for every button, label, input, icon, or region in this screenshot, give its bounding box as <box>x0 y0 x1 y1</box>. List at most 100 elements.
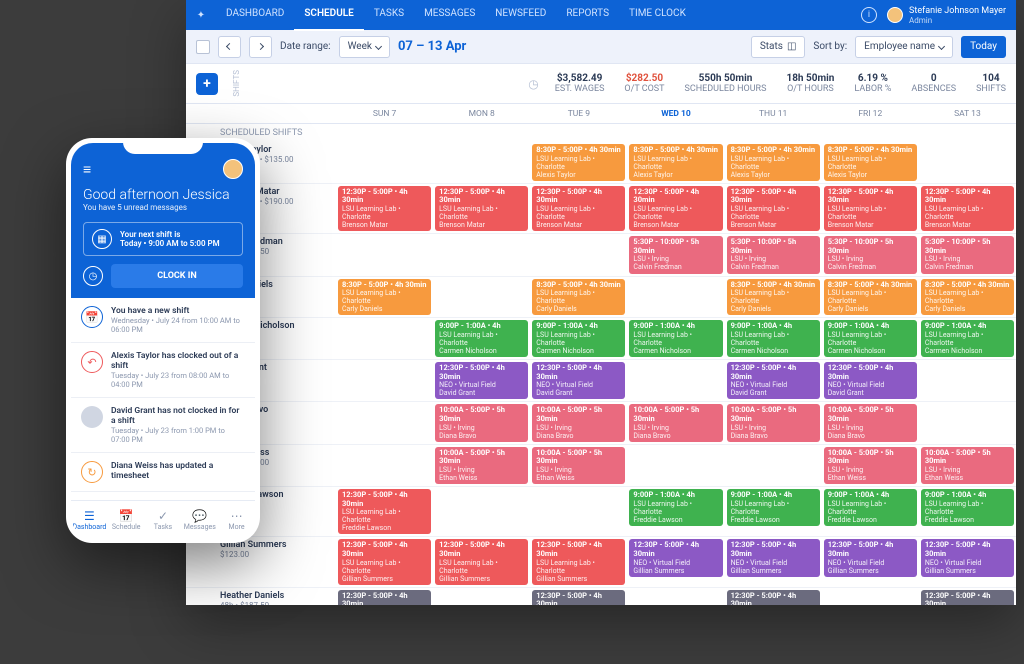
shift-block[interactable]: 12:30P - 5:00P • 4h 30minNEO • Virtual F… <box>629 539 722 576</box>
schedule-cell[interactable]: 10:00A - 5:00P • 5h 30minLSU • IrvingDia… <box>822 402 919 443</box>
shift-block[interactable]: 9:00P - 1:00A • 4hLSU Learning Lab • Cha… <box>629 320 722 357</box>
shift-block[interactable]: 10:00A - 5:00P • 5h 30minLSU • IrvingEth… <box>921 447 1014 484</box>
feed-item[interactable]: ↻Diana Weiss has updated a timesheet <box>71 453 255 492</box>
tab-messages[interactable]: Messages <box>414 0 485 31</box>
schedule-cell[interactable]: 9:00P - 1:00A • 4hLSU Learning Lab • Cha… <box>822 487 919 536</box>
info-icon[interactable]: i <box>861 7 877 23</box>
schedule-cell[interactable]: 9:00P - 1:00A • 4hLSU Learning Lab • Cha… <box>627 318 724 359</box>
shift-block[interactable]: 9:00P - 1:00A • 4hLSU Learning Lab • Cha… <box>435 320 528 357</box>
feed-item[interactable]: David Grant has not clocked in for a shi… <box>71 398 255 453</box>
next-week-button[interactable] <box>249 36 272 58</box>
schedule-cell[interactable]: 5:30P - 10:00P • 5h 30minLSU • IrvingCal… <box>627 234 724 275</box>
mobile-tab-more[interactable]: ⋯More <box>218 502 255 538</box>
shift-block[interactable]: 12:30P - 5:00P • 4h 30minLSU Learning La… <box>338 489 431 534</box>
schedule-cell[interactable]: 8:30P - 5:00P • 4h 30minLSU Learning Lab… <box>725 142 822 183</box>
shift-block[interactable]: 10:00A - 5:00P • 5h 30minLSU • IrvingEth… <box>824 447 917 484</box>
schedule-cell[interactable]: 10:00A - 5:00P • 5h 30minLSU • IrvingEth… <box>530 445 627 486</box>
schedule-cell[interactable]: 12:30P - 5:00P • 4h 30minLSU Learning La… <box>336 487 433 536</box>
select-all-checkbox[interactable] <box>196 40 210 54</box>
stats-toggle[interactable]: Stats ◫ <box>751 36 806 58</box>
shift-block[interactable]: 12:30P - 5:00P • 4h 30minLSU Learning La… <box>338 186 431 231</box>
hamburger-icon[interactable]: ≡ <box>83 161 91 178</box>
mobile-tab-schedule[interactable]: 📅Schedule <box>108 502 145 538</box>
schedule-cell[interactable]: 9:00P - 1:00A • 4hLSU Learning Lab • Cha… <box>725 318 822 359</box>
schedule-cell[interactable]: 12:30P - 5:00P • 4h 30minLSU Learning La… <box>530 184 627 233</box>
shift-block[interactable]: 9:00P - 1:00A • 4hLSU Learning Lab • Cha… <box>532 320 625 357</box>
day-header[interactable]: WED 10 <box>627 104 724 123</box>
shift-block[interactable]: 10:00A - 5:00P • 5h 30minLSU • IrvingEth… <box>532 447 625 484</box>
mobile-tab-messages[interactable]: 💬Messages <box>181 502 218 538</box>
schedule-cell[interactable]: 9:00P - 1:00A • 4hLSU Learning Lab • Cha… <box>822 318 919 359</box>
shift-block[interactable]: 8:30P - 5:00P • 4h 30minLSU Learning Lab… <box>532 144 625 181</box>
schedule-cell[interactable] <box>530 234 627 275</box>
schedule-cell[interactable] <box>627 445 724 486</box>
add-shift-button[interactable]: + <box>196 73 218 95</box>
shift-block[interactable]: 12:30P - 5:00P • 4h 30minLSU Learning La… <box>532 186 625 231</box>
schedule-cell[interactable]: 8:30P - 5:00P • 4h 30minLSU Learning Lab… <box>627 142 724 183</box>
shift-block[interactable]: 12:30P - 5:00P • 4h 30minLSU Learning La… <box>727 186 820 231</box>
schedule-cell[interactable]: 12:30P - 5:00P • 4h 30minLSU Learning La… <box>822 184 919 233</box>
schedule-cell[interactable]: 10:00A - 5:00P • 5h 30minLSU • IrvingEth… <box>433 445 530 486</box>
schedule-cell[interactable] <box>433 142 530 183</box>
schedule-cell[interactable] <box>433 487 530 536</box>
day-header[interactable]: FRI 12 <box>822 104 919 123</box>
schedule-cell[interactable]: 12:30P - 5:00P • 4h 30minLSU Learning La… <box>919 184 1016 233</box>
mobile-tab-dashboard[interactable]: ☰Dashboard <box>71 502 108 538</box>
shift-block[interactable]: 10:00A - 5:00P • 5h 30minLSU • IrvingDia… <box>824 404 917 441</box>
shift-block[interactable]: 9:00P - 1:00A • 4hLSU Learning Lab • Cha… <box>921 320 1014 357</box>
schedule-cell[interactable] <box>919 142 1016 183</box>
shift-block[interactable]: 12:30P - 5:00P • 4h 30minNEO • Virtual F… <box>727 362 820 399</box>
schedule-cell[interactable] <box>725 445 822 486</box>
shift-block[interactable]: 12:30P - 5:00P • 4h 30minLSU Learning La… <box>338 539 431 584</box>
schedule-cell[interactable]: 5:30P - 10:00P • 5h 30minLSU • IrvingCal… <box>725 234 822 275</box>
schedule-cell[interactable]: 12:30P - 5:00P • 4h 30minLSU Learning La… <box>433 184 530 233</box>
shift-block[interactable]: 12:30P - 5:00P • 4h 30minLSU • IrvingHea… <box>727 590 820 605</box>
schedule-cell[interactable]: 12:30P - 5:00P • 4h 30minNEO • Virtual F… <box>822 360 919 401</box>
shift-block[interactable]: 12:30P - 5:00P • 4h 30minLSU Learning La… <box>435 186 528 231</box>
shift-block[interactable]: 10:00A - 5:00P • 5h 30minLSU • IrvingEth… <box>435 447 528 484</box>
schedule-cell[interactable] <box>336 402 433 443</box>
schedule-cell[interactable] <box>919 360 1016 401</box>
day-header[interactable]: SAT 13 <box>919 104 1016 123</box>
tab-time-clock[interactable]: Time Clock <box>619 0 696 31</box>
schedule-cell[interactable] <box>433 277 530 318</box>
user-menu[interactable]: Stefanie Johnson Mayer Admin <box>887 6 1016 25</box>
shift-block[interactable]: 10:00A - 5:00P • 5h 30minLSU • IrvingDia… <box>629 404 722 441</box>
shift-block[interactable]: 12:30P - 5:00P • 4h 30minLSU Learning La… <box>824 186 917 231</box>
shift-block[interactable]: 5:30P - 10:00P • 5h 30minLSU • IrvingCal… <box>629 236 722 273</box>
day-header[interactable]: MON 8 <box>433 104 530 123</box>
schedule-cell[interactable] <box>627 360 724 401</box>
today-button[interactable]: Today <box>961 36 1006 58</box>
avatar[interactable] <box>223 159 243 179</box>
shift-block[interactable]: 9:00P - 1:00A • 4hLSU Learning Lab • Cha… <box>727 489 820 526</box>
schedule-cell[interactable]: 9:00P - 1:00A • 4hLSU Learning Lab • Cha… <box>627 487 724 536</box>
day-header[interactable]: TUE 9 <box>530 104 627 123</box>
shift-block[interactable]: 8:30P - 5:00P • 4h 30minLSU Learning Lab… <box>338 279 431 316</box>
schedule-cell[interactable]: 10:00A - 5:00P • 5h 30minLSU • IrvingEth… <box>919 445 1016 486</box>
shift-block[interactable]: 9:00P - 1:00A • 4hLSU Learning Lab • Cha… <box>824 489 917 526</box>
shift-block[interactable]: 12:30P - 5:00P • 4h 30minLSU Learning La… <box>629 186 722 231</box>
schedule-cell[interactable]: 12:30P - 5:00P • 4h 30minNEO • Virtual F… <box>530 360 627 401</box>
shift-block[interactable]: 8:30P - 5:00P • 4h 30minLSU Learning Lab… <box>727 279 820 316</box>
schedule-cell[interactable] <box>530 487 627 536</box>
schedule-cell[interactable]: 9:00P - 1:00A • 4hLSU Learning Lab • Cha… <box>433 318 530 359</box>
schedule-cell[interactable]: 12:30P - 5:00P • 4h 30minLSU Learning La… <box>725 184 822 233</box>
schedule-cell[interactable]: 8:30P - 5:00P • 4h 30minLSU Learning Lab… <box>336 277 433 318</box>
shift-block[interactable]: 12:30P - 5:00P • 4h 30minLSU Learning La… <box>921 186 1014 231</box>
schedule-cell[interactable] <box>627 588 724 605</box>
schedule-cell[interactable]: 12:30P - 5:00P • 4h 30minLSU Learning La… <box>530 537 627 586</box>
shift-block[interactable]: 9:00P - 1:00A • 4hLSU Learning Lab • Cha… <box>629 489 722 526</box>
schedule-cell[interactable] <box>336 318 433 359</box>
schedule-cell[interactable] <box>336 360 433 401</box>
tab-newsfeed[interactable]: Newsfeed <box>485 0 556 31</box>
shift-block[interactable]: 12:30P - 5:00P • 4h 30minNEO • Virtual F… <box>435 362 528 399</box>
schedule-cell[interactable]: 10:00A - 5:00P • 5h 30minLSU • IrvingDia… <box>433 402 530 443</box>
schedule-cell[interactable]: 8:30P - 5:00P • 4h 30minLSU Learning Lab… <box>530 277 627 318</box>
shift-block[interactable]: 8:30P - 5:00P • 4h 30minLSU Learning Lab… <box>824 144 917 181</box>
shift-block[interactable]: 8:30P - 5:00P • 4h 30minLSU Learning Lab… <box>921 279 1014 316</box>
shift-block[interactable]: 5:30P - 10:00P • 5h 30minLSU • IrvingCal… <box>824 236 917 273</box>
shift-block[interactable]: 12:30P - 5:00P • 4h 30minLSU • IrvingHea… <box>338 590 431 605</box>
clock-in-button[interactable]: CLOCK IN <box>111 264 243 288</box>
schedule-cell[interactable]: 10:00A - 5:00P • 5h 30minLSU • IrvingDia… <box>725 402 822 443</box>
day-header[interactable]: SUN 7 <box>336 104 433 123</box>
